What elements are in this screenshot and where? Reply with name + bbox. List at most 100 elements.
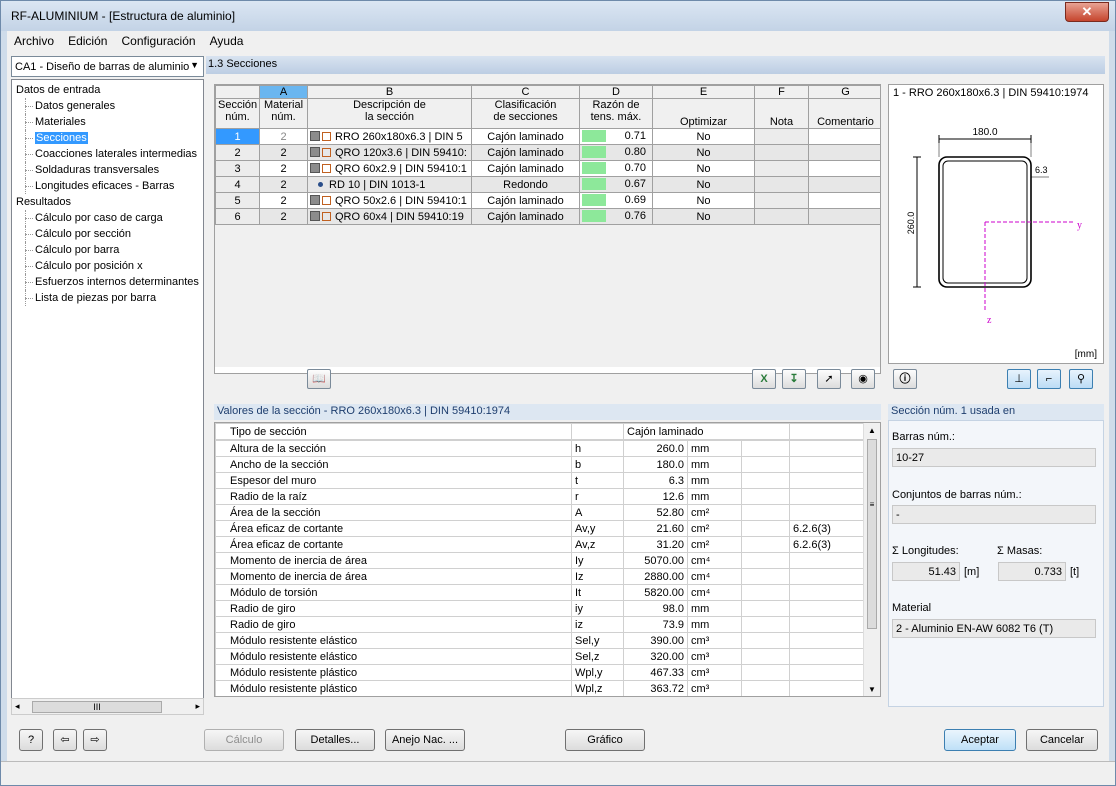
table-row[interactable]: 4 2 RD 10 | DIN 1013-1 Redondo 0.67 No <box>215 176 880 193</box>
description-cell[interactable]: RRO 260x180x6.3 | DIN 5 <box>307 128 472 145</box>
table-row[interactable]: 2 2 QRO 120x3.6 | DIN 59410: Cajón lamin… <box>215 144 880 161</box>
comment-cell[interactable] <box>808 208 880 225</box>
property-row[interactable]: Momento de inercia de área Iy 5070.00 cm⁴ <box>215 552 866 569</box>
export-excel-button[interactable]: X <box>752 369 776 389</box>
column-letter[interactable]: G <box>808 85 880 99</box>
tree-item-secciones[interactable]: Secciones <box>16 130 203 146</box>
comment-cell[interactable] <box>808 144 880 161</box>
tree-item-esfuerzos[interactable]: Esfuerzos internos determinantes <box>16 274 203 290</box>
description-cell[interactable]: QRO 50x2.6 | DIN 59410:1 <box>307 192 472 209</box>
calc-button[interactable]: Cálculo <box>204 729 284 751</box>
property-row[interactable]: Altura de la sección h 260.0 mm <box>215 440 866 457</box>
tree-item-materiales[interactable]: Materiales <box>16 114 203 130</box>
scroll-right-icon[interactable]: ▸ <box>195 701 200 712</box>
scroll-thumb[interactable]: ≡ <box>867 439 877 629</box>
graphic-button[interactable]: Gráfico <box>565 729 645 751</box>
property-row[interactable]: Módulo resistente plástico Wpl,y 467.33 cm³ <box>215 664 866 681</box>
classification-cell[interactable]: Redondo <box>471 176 580 193</box>
info-button[interactable]: ⓘ <box>893 369 917 389</box>
property-row[interactable]: Área eficaz de cortante Av,y 21.60 cm² 6.2.6… <box>215 520 866 537</box>
menu-archivo[interactable]: Archivo <box>7 31 58 48</box>
comment-cell[interactable] <box>808 160 880 177</box>
close-button[interactable]: ✕ <box>1065 2 1109 22</box>
next-button[interactable]: ⇨ <box>83 729 107 751</box>
menu-edicion[interactable]: Edición <box>61 31 111 48</box>
description-cell[interactable]: QRO 60x4 | DIN 59410:19 <box>307 208 472 225</box>
column-letter[interactable]: E <box>652 85 755 99</box>
section-properties-table[interactable]: Tipo de sección Cajón laminado Altura de… <box>214 422 881 697</box>
select-in-model-button[interactable]: ➚ <box>817 369 841 389</box>
sections-grid[interactable]: A B C D E F G Sección núm. Material núm. D… <box>214 84 881 374</box>
tree-item-coacciones[interactable]: Coacciones laterales intermedias <box>16 146 203 162</box>
tree-item-calc-barra[interactable]: Cálculo por barra <box>16 242 203 258</box>
row-number[interactable]: 4 <box>215 176 260 193</box>
table-row[interactable]: 3 2 QRO 60x2.9 | DIN 59410:1 Cajón lamin… <box>215 160 880 177</box>
classification-cell[interactable]: Cajón laminado <box>471 160 580 177</box>
tree-item-datos-generales[interactable]: Datos generales <box>16 98 203 114</box>
properties-vertical-scrollbar[interactable]: ▲ ≡ ▼ <box>863 423 880 696</box>
classification-cell[interactable]: Cajón laminado <box>471 144 580 161</box>
scroll-thumb[interactable]: III <box>32 701 162 713</box>
description-cell[interactable]: RD 10 | DIN 1013-1 <box>307 176 472 193</box>
previous-button[interactable]: ⇦ <box>53 729 77 751</box>
material-cell[interactable]: 2 <box>259 208 308 225</box>
row-number[interactable]: 5 <box>215 192 260 209</box>
column-letter[interactable]: A <box>259 85 308 99</box>
tree-item-soldaduras[interactable]: Soldaduras transversales <box>16 162 203 178</box>
comment-cell[interactable] <box>808 192 880 209</box>
row-number[interactable]: 1 <box>215 128 260 145</box>
case-selector[interactable]: CA1 - Diseño de barras de aluminio ▼ <box>11 56 204 77</box>
scroll-left-icon[interactable]: ◂ <box>15 701 20 712</box>
tree-group-results[interactable]: Resultados <box>16 194 203 210</box>
property-row[interactable]: Radio de giro iz 73.9 mm <box>215 616 866 633</box>
cancel-button[interactable]: Cancelar <box>1026 729 1098 751</box>
view-button[interactable]: ◉ <box>851 369 875 389</box>
tree-item-longitudes[interactable]: Longitudes eficaces - Barras <box>16 178 203 194</box>
classification-cell[interactable]: Cajón laminado <box>471 208 580 225</box>
reset-view-button[interactable]: ⚲ <box>1069 369 1093 389</box>
column-letter[interactable]: B <box>307 85 472 99</box>
optimize-cell[interactable]: No <box>652 144 755 161</box>
material-cell[interactable]: 2 <box>259 176 308 193</box>
national-annex-button[interactable]: Anejo Nac. ... <box>385 729 465 751</box>
column-letter[interactable]: D <box>579 85 653 99</box>
property-row[interactable]: Área de la sección A 52.80 cm² <box>215 504 866 521</box>
property-row[interactable]: Módulo resistente plástico Wpl,z 363.72 cm³ <box>215 680 866 696</box>
details-button[interactable]: Detalles... <box>295 729 375 751</box>
property-row[interactable]: Módulo resistente elástico Sel,y 390.00 cm³ <box>215 632 866 649</box>
tree-item-calc-seccion[interactable]: Cálculo por sección <box>16 226 203 242</box>
material-cell[interactable]: 2 <box>259 144 308 161</box>
show-axes-button[interactable]: ⌐ <box>1037 369 1061 389</box>
row-number[interactable]: 6 <box>215 208 260 225</box>
property-row[interactable]: Ancho de la sección b 180.0 mm <box>215 456 866 473</box>
description-cell[interactable]: QRO 120x3.6 | DIN 59410: <box>307 144 472 161</box>
tree-item-calc-posicion[interactable]: Cálculo por posición x <box>16 258 203 274</box>
optimize-cell[interactable]: No <box>652 192 755 209</box>
optimize-cell[interactable]: No <box>652 128 755 145</box>
property-row[interactable]: Momento de inercia de área Iz 2880.00 cm⁴ <box>215 568 866 585</box>
property-row[interactable]: Área eficaz de cortante Av,z 31.20 cm² 6.2.6… <box>215 536 866 553</box>
property-row[interactable]: Radio de la raíz r 12.6 mm <box>215 488 866 505</box>
property-row[interactable]: Espesor del muro t 6.3 mm <box>215 472 866 489</box>
help-button[interactable]: ? <box>19 729 43 751</box>
table-row[interactable]: 6 2 QRO 60x4 | DIN 59410:19 Cajón lamina… <box>215 208 880 225</box>
property-row[interactable]: Módulo de torsión It 5820.00 cm⁴ <box>215 584 866 601</box>
property-row[interactable]: Módulo resistente elástico Sel,z 320.00 cm³ <box>215 648 866 665</box>
material-cell[interactable]: 2 <box>259 192 308 209</box>
import-excel-button[interactable]: ↧ <box>782 369 806 389</box>
accept-button[interactable]: Aceptar <box>944 729 1016 751</box>
row-number[interactable]: 3 <box>215 160 260 177</box>
tree-horizontal-scrollbar[interactable]: ◂ III ▸ <box>11 698 204 715</box>
column-letter[interactable]: C <box>471 85 580 99</box>
row-number[interactable]: 2 <box>215 144 260 161</box>
property-row[interactable]: Radio de giro iy 98.0 mm <box>215 600 866 617</box>
optimize-cell[interactable]: No <box>652 176 755 193</box>
table-row[interactable]: 1 2 RRO 260x180x6.3 | DIN 5 Cajón lamina… <box>215 128 880 145</box>
classification-cell[interactable]: Cajón laminado <box>471 128 580 145</box>
show-dimensions-button[interactable]: ⊥ <box>1007 369 1031 389</box>
tree-group-input[interactable]: Datos de entrada <box>16 82 203 98</box>
tree-item-lista-piezas[interactable]: Lista de piezas por barra <box>16 290 203 306</box>
menu-configuracion[interactable]: Configuración <box>115 31 200 48</box>
table-row[interactable]: 5 2 QRO 50x2.6 | DIN 59410:1 Cajón lamin… <box>215 192 880 209</box>
optimize-cell[interactable]: No <box>652 160 755 177</box>
